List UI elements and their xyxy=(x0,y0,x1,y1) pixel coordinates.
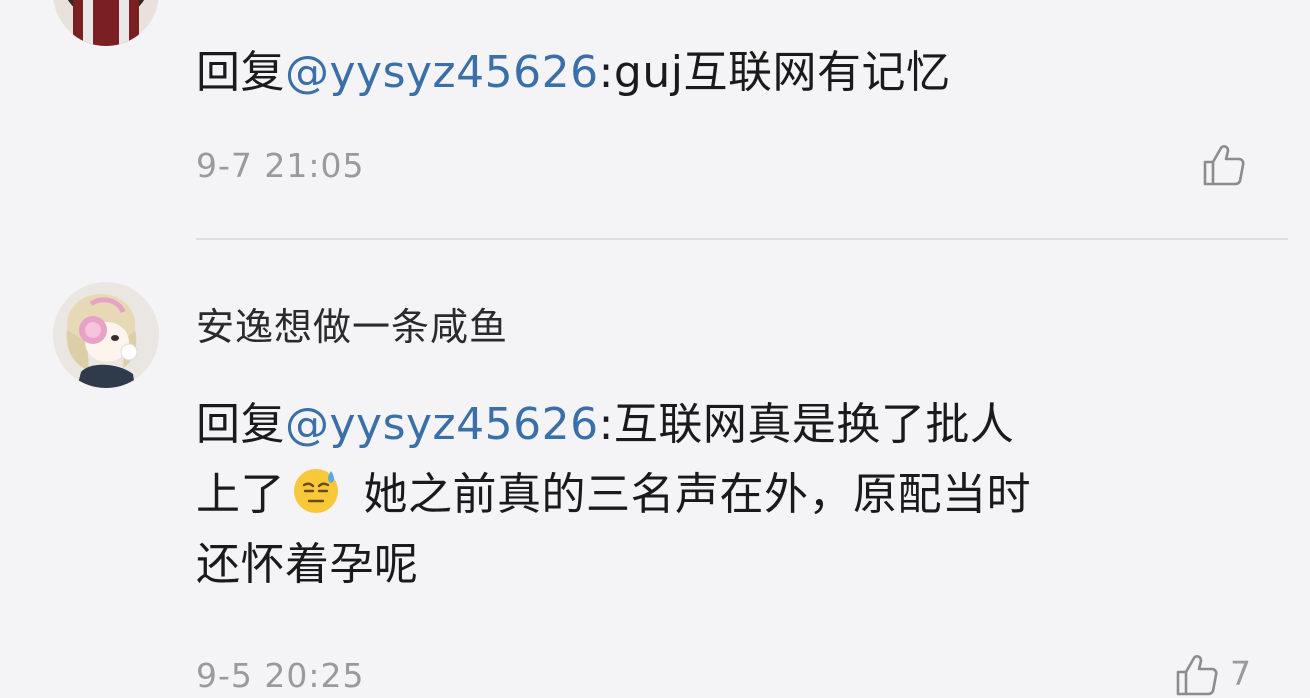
reply-text: 回复@yysyz45626:guj互联网有记忆 xyxy=(196,38,950,108)
comment-item: 安逸想做一条咸鱼 回复@yysyz45626:互联网真是换了批人 上了 她之前真… xyxy=(0,240,1310,696)
like-button[interactable] xyxy=(1201,142,1247,188)
comment-item: 回复@yysyz45626:guj互联网有记忆 9-7 21:05 xyxy=(0,0,1310,238)
reply-prefix: 回复 xyxy=(196,399,285,450)
like-button[interactable]: 7 xyxy=(1174,652,1284,698)
reply-prefix: 回复 xyxy=(196,47,285,98)
like-count: 7 xyxy=(1230,654,1251,693)
sweat-smile-emoji-icon xyxy=(294,469,338,513)
reply-body: 上了 xyxy=(196,469,285,520)
reply-body: :互联网真是换了批人 xyxy=(598,399,1015,450)
timestamp: 9-7 21:05 xyxy=(196,146,365,185)
reply-body: 她之前真的三名声在外，原配当时 xyxy=(349,469,1031,520)
avatar[interactable] xyxy=(53,0,159,46)
thumbs-up-icon xyxy=(1176,655,1218,696)
reply-line: 回复@yysyz45626:互联网真是换了批人 xyxy=(196,390,1031,460)
reply-line: 还怀着孕呢 xyxy=(196,539,419,590)
avatar[interactable] xyxy=(53,282,159,388)
username[interactable]: 安逸想做一条咸鱼 xyxy=(196,296,508,351)
timestamp: 9-5 20:25 xyxy=(196,656,365,695)
mention-link[interactable]: @yysyz45626 xyxy=(285,399,599,450)
reply-body: :guj互联网有记忆 xyxy=(598,47,951,98)
mention-link[interactable]: @yysyz45626 xyxy=(285,47,599,98)
reply-text: 回复@yysyz45626:互联网真是换了批人 上了 她之前真的三名声在外，原配… xyxy=(196,390,1031,600)
thumbs-up-icon xyxy=(1203,145,1245,186)
reply-line: 上了 她之前真的三名声在外，原配当时 xyxy=(196,460,1031,530)
